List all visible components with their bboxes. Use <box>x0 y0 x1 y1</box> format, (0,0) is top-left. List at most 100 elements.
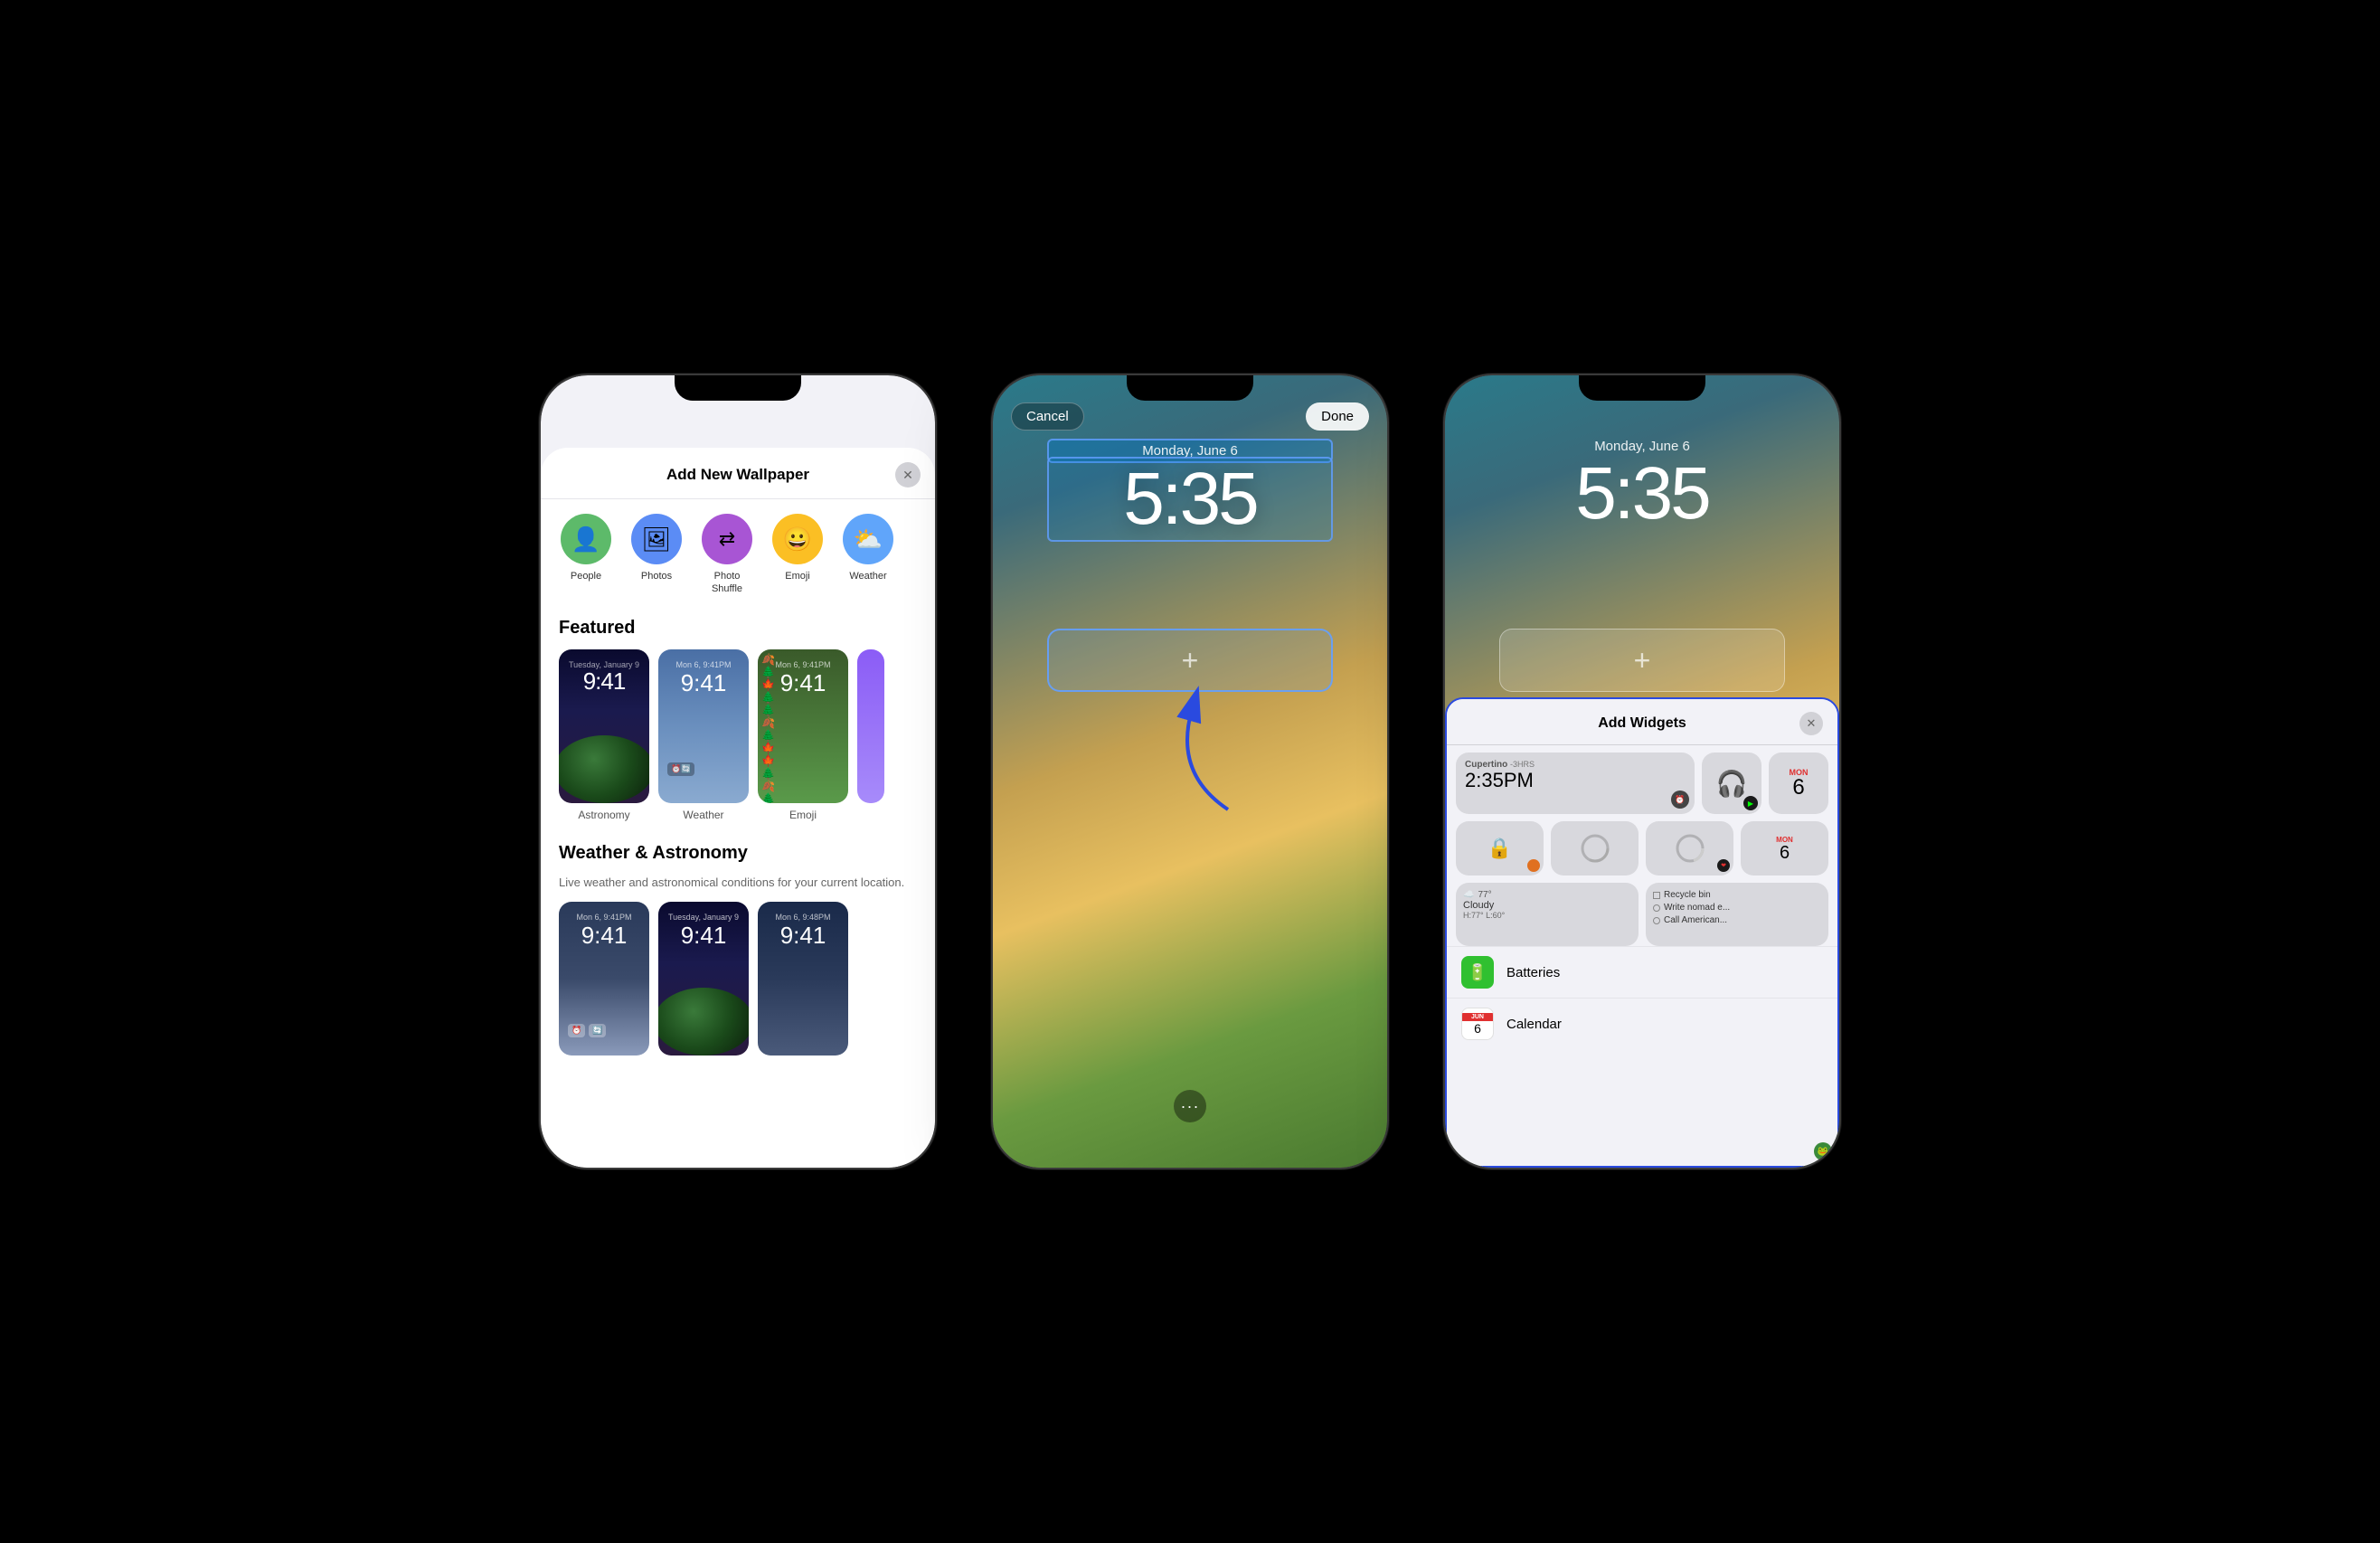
partial-preview <box>857 649 884 803</box>
weather-temp: 77° <box>1478 890 1491 900</box>
people-label: People <box>571 570 601 582</box>
dots-icon: ··· <box>1181 1097 1200 1116</box>
batteries-icon: 🔋 <box>1461 956 1494 989</box>
modal-close-button[interactable]: ✕ <box>895 462 921 488</box>
modal-title: Add New Wallpaper <box>666 466 809 484</box>
phone3-time: 5:35 <box>1445 457 1839 531</box>
astronomy-label: Astronomy <box>578 809 629 821</box>
emoji-icon: 😀 <box>772 514 823 564</box>
phone-2: Cancel Done Monday, June 6 5:35 + ··· <box>991 374 1389 1169</box>
photos-label: Photos <box>641 570 672 582</box>
weather-astro-2[interactable]: Tuesday, January 9 9:41 <box>658 902 749 1055</box>
cal-num-label: 6 <box>1792 777 1804 799</box>
astronomy-item[interactable]: Tuesday, January 9 9:41 Astronomy <box>559 649 649 821</box>
people-icon: 👤 <box>561 514 611 564</box>
weather-astro-preview-2: Tuesday, January 9 9:41 <box>658 902 749 1055</box>
photos-option[interactable]: 🖼 Photos <box>629 514 684 596</box>
phone2-screen: Cancel Done Monday, June 6 5:35 + ··· <box>993 375 1387 1168</box>
done-button[interactable]: Done <box>1306 402 1369 431</box>
phone2-top-bar: Cancel Done <box>993 402 1387 431</box>
notch <box>675 375 801 401</box>
widget-clock-badge: ⏰ <box>1671 790 1689 809</box>
photo-shuffle-option[interactable]: ⇄ PhotoShuffle <box>700 514 754 596</box>
panel-title: Add Widgets <box>1485 715 1799 732</box>
phone-1: Add New Wallpaper ✕ 👤 People 🖼 Photos ⇄ … <box>539 374 937 1169</box>
panel-close-button[interactable]: ✕ <box>1799 712 1823 735</box>
widgets-row3: ☁️ 77° Cloudy H:77° L:60° 🐸 Recycle bin <box>1447 876 1837 946</box>
reminder-3: Call American... <box>1664 915 1727 925</box>
airpods-widget[interactable]: 🎧 ▶ <box>1702 753 1761 814</box>
lock-badge <box>1527 859 1540 872</box>
phone3-screen: Monday, June 6 5:35 + Add Widgets ✕ Cupe… <box>1445 375 1839 1168</box>
weather-widget-large[interactable]: Cupertino -3HRS 2:35PM ⏰ <box>1456 753 1695 814</box>
activity-ring <box>1579 832 1611 865</box>
close-icon: ✕ <box>902 468 913 483</box>
wallpaper-options: 👤 People 🖼 Photos ⇄ PhotoShuffle 😀 Emoji… <box>541 499 935 611</box>
astro-time: 9:41 <box>583 669 626 693</box>
widgets-row2: 🔒 ❤ <box>1447 814 1837 876</box>
weather-preview: Mon 6, 9:41PM 9:41 ⏰🔄 <box>658 649 749 803</box>
weather-condition: Cloudy <box>1463 900 1631 911</box>
weather-featured-label: Weather <box>683 809 723 821</box>
weather-hi-lo: H:77° L:60° <box>1463 911 1631 920</box>
activity-ring-2 <box>1674 832 1706 865</box>
weather-widget-sm[interactable]: ☁️ 77° Cloudy H:77° L:60° 🐸 <box>1456 883 1639 946</box>
plus-icon-3: + <box>1634 644 1651 677</box>
emoji-featured-label: Emoji <box>789 809 817 821</box>
airpods-badge: ▶ <box>1743 796 1758 810</box>
globe <box>559 735 649 803</box>
three-dots-button[interactable]: ··· <box>1174 1090 1206 1122</box>
people-option[interactable]: 👤 People <box>559 514 613 596</box>
power-button-2 <box>1387 565 1389 647</box>
weather-astro-1[interactable]: Mon 6, 9:41PM 9:41 ⏰ 🔄 <box>559 902 649 1055</box>
partial-item <box>857 649 884 821</box>
power-button <box>935 565 937 647</box>
photo-shuffle-icon: ⇄ <box>702 514 752 564</box>
emoji-item[interactable]: Mon 6, 9:41PM 9:41 🍂🌲🍁🌲🌲🍂🌲🍁🍁🌲🍂🌲🌲🍁🌲🍂 Emoj… <box>758 649 848 821</box>
photo-shuffle-label: PhotoShuffle <box>712 570 742 596</box>
add-widgets-panel: Add Widgets ✕ Cupertino -3HRS 2:35PM ⏰ <box>1445 697 1839 1168</box>
photos-icon: 🖼 <box>631 514 682 564</box>
featured-title: Featured <box>541 611 935 649</box>
phone-3: Monday, June 6 5:35 + Add Widgets ✕ Cupe… <box>1443 374 1841 1169</box>
weather-icon-opt: ⛅ <box>843 514 893 564</box>
cancel-button[interactable]: Cancel <box>1011 402 1084 431</box>
circle-widget-1[interactable] <box>1551 821 1639 876</box>
modal-header: Add New Wallpaper ✕ <box>541 448 935 499</box>
phone3-widget-area[interactable]: + <box>1499 629 1785 692</box>
calendar-app-name: Calendar <box>1506 1017 1562 1032</box>
weather-astro-preview-3: Mon 6, 9:48PM 9:41 <box>758 902 848 1055</box>
weather-label: Weather <box>849 570 886 582</box>
weather-grid: Mon 6, 9:41PM 9:41 ⏰ 🔄 Tuesday, January … <box>541 902 935 1055</box>
weather-item[interactable]: Mon 6, 9:41PM 9:41 ⏰🔄 Weather <box>658 649 749 821</box>
widget-time-display: 2:35PM <box>1465 770 1535 791</box>
activity-badge: ❤ <box>1717 859 1730 872</box>
notch-2 <box>1127 375 1253 401</box>
astronomy-preview: Tuesday, January 9 9:41 <box>559 649 649 803</box>
calendar-widget-small-2[interactable]: MON 6 <box>1741 821 1828 876</box>
phone1-screen: Add New Wallpaper ✕ 👤 People 🖼 Photos ⇄ … <box>541 375 935 1168</box>
panel-header: Add Widgets ✕ <box>1447 699 1837 745</box>
batteries-app-item[interactable]: 🔋 Batteries <box>1447 946 1837 998</box>
featured-grid: Tuesday, January 9 9:41 Astronomy Mon 6,… <box>541 649 935 828</box>
calendar-widget-small[interactable]: MON 6 <box>1769 753 1828 814</box>
power-button-3 <box>1839 565 1841 647</box>
weather-astro-3[interactable]: Mon 6, 9:48PM 9:41 <box>758 902 848 1055</box>
weather-astronomy-desc: Live weather and astronomical conditions… <box>541 875 935 902</box>
reminders-widget[interactable]: Recycle bin Write nomad e... Call Americ… <box>1646 883 1828 946</box>
calendar-icon: JUN 6 <box>1461 1008 1494 1040</box>
circle-widget-2[interactable]: ❤ <box>1646 821 1733 876</box>
batteries-app-name: Batteries <box>1506 965 1560 980</box>
emoji-option[interactable]: 😀 Emoji <box>770 514 825 596</box>
phone1-content: Add New Wallpaper ✕ 👤 People 🖼 Photos ⇄ … <box>541 448 935 1168</box>
emoji-preview: Mon 6, 9:41PM 9:41 🍂🌲🍁🌲🌲🍂🌲🍁🍁🌲🍂🌲🌲🍁🌲🍂 <box>758 649 848 803</box>
emoji-label: Emoji <box>785 570 810 582</box>
arrow-indicator <box>1119 683 1282 828</box>
lock-screen-time: 5:35 <box>1047 457 1333 542</box>
weather-option[interactable]: ⛅ Weather <box>841 514 895 596</box>
weather-astronomy-title: Weather & Astronomy <box>541 828 935 875</box>
lock-widget[interactable]: 🔒 <box>1456 821 1544 876</box>
weather-astro-preview-1: Mon 6, 9:41PM 9:41 ⏰ 🔄 <box>559 902 649 1055</box>
calendar-app-item[interactable]: JUN 6 Calendar <box>1447 998 1837 1049</box>
widgets-row1: Cupertino -3HRS 2:35PM ⏰ 🎧 ▶ MON <box>1447 745 1837 814</box>
